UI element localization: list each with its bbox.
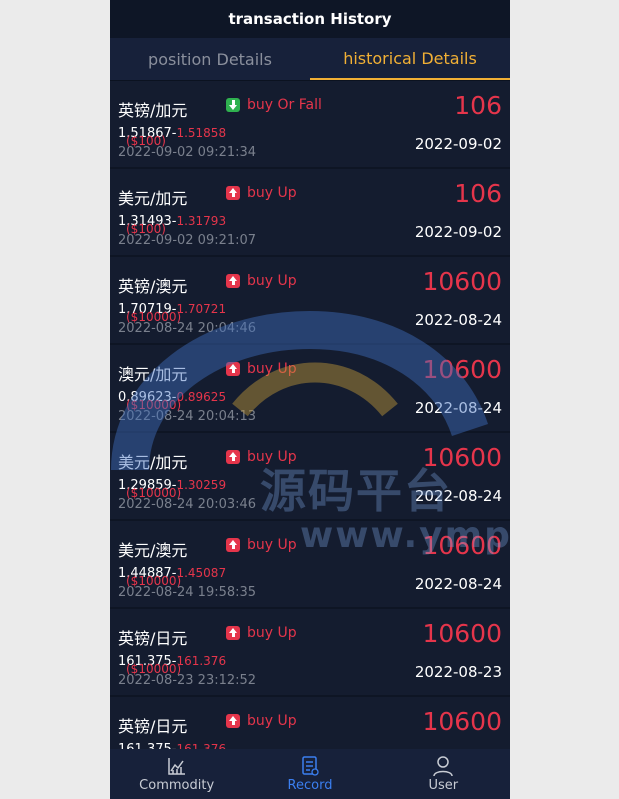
direction-label: buy Up <box>247 449 297 465</box>
trade-date: 2022-09-02 <box>414 223 502 241</box>
nav-commodity[interactable]: Commodity <box>110 749 243 799</box>
trade-time: 2022-09-02 09:21:34 <box>118 145 257 160</box>
currency-pair: 澳元/加元 <box>118 365 188 384</box>
direction-badge: buy Up <box>226 625 297 641</box>
nav-record-label: Record <box>287 778 333 793</box>
bottom-nav: Commodity Record User <box>110 749 510 799</box>
trade-time: 2022-08-24 20:04:46 <box>118 321 257 336</box>
trade-time: 2022-08-24 20:03:46 <box>118 497 257 512</box>
currency-pair: 英镑/日元 <box>118 629 188 648</box>
open-price: 161.375- <box>118 742 176 749</box>
record-row[interactable]: 英镑/日元 buy Up 161.375-161.376 ($10000) 20… <box>110 609 510 697</box>
close-price: 1.30259 <box>176 478 227 492</box>
nav-user[interactable]: User <box>377 749 510 799</box>
arrow-up-icon <box>226 274 240 288</box>
record-list[interactable]: 英镑/加元 buy Or Fall 1.51867-1.51858 ($100)… <box>110 81 510 749</box>
trade-time: 2022-08-23 23:12:52 <box>118 673 257 688</box>
record-row[interactable]: 美元/澳元 buy Up 1.44887-1.45087 ($10000) 20… <box>110 521 510 609</box>
arrow-up-icon <box>226 362 240 376</box>
close-price: 1.45087 <box>176 566 227 580</box>
profit-value: 10600 <box>422 267 502 296</box>
arrow-up-icon <box>226 450 240 464</box>
record-row[interactable]: 英镑/加元 buy Or Fall 1.51867-1.51858 ($100)… <box>110 81 510 169</box>
arrow-up-icon <box>226 538 240 552</box>
currency-pair: 美元/加元 <box>118 189 188 208</box>
close-price: 0.89625 <box>176 390 227 404</box>
currency-pair: 英镑/日元 <box>118 717 188 736</box>
profit-value: 10600 <box>422 707 502 736</box>
currency-pair: 美元/澳元 <box>118 541 188 560</box>
close-price: 1.51858 <box>176 126 227 140</box>
record-row[interactable]: 美元/加元 buy Up 1.29859-1.30259 ($10000) 20… <box>110 433 510 521</box>
trade-date: 2022-08-24 <box>414 399 502 417</box>
close-price: 1.70721 <box>176 302 227 316</box>
direction-badge: buy Up <box>226 713 297 729</box>
direction-badge: buy Up <box>226 361 297 377</box>
chart-icon <box>167 758 185 775</box>
page-title: transaction History <box>110 0 510 38</box>
trade-time: 2022-09-02 09:21:07 <box>118 233 257 248</box>
nav-record[interactable]: Record <box>243 749 376 799</box>
arrow-up-icon <box>226 626 240 640</box>
currency-pair: 美元/加元 <box>118 453 188 472</box>
direction-badge: buy Or Fall <box>226 97 322 113</box>
user-icon <box>433 756 454 777</box>
profit-value: 10600 <box>422 531 502 560</box>
profit-value: 10600 <box>422 619 502 648</box>
tab-bar: position Details historical Details <box>110 38 510 81</box>
profit-value: 106 <box>454 179 502 208</box>
direction-label: buy Or Fall <box>247 97 322 113</box>
phone-screen: transaction History position Details his… <box>110 0 510 799</box>
trade-date: 2022-09-02 <box>414 135 502 153</box>
trade-time: 2022-08-24 20:04:13 <box>118 409 257 424</box>
profit-value: 106 <box>454 91 502 120</box>
record-row[interactable]: 澳元/加元 buy Up 0.89623-0.89625 ($10000) 20… <box>110 345 510 433</box>
nav-user-label: User <box>428 778 459 793</box>
close-price: 161.376 <box>176 742 227 749</box>
record-row[interactable]: 英镑/澳元 buy Up 1.70719-1.70721 ($10000) 20… <box>110 257 510 345</box>
direction-label: buy Up <box>247 713 297 729</box>
direction-label: buy Up <box>247 537 297 553</box>
direction-label: buy Up <box>247 185 297 201</box>
nav-commodity-label: Commodity <box>139 778 215 793</box>
profit-value: 10600 <box>422 355 502 384</box>
trade-time: 2022-08-24 19:58:35 <box>118 585 257 600</box>
trade-date: 2022-08-23 <box>414 663 502 681</box>
price-range: 161.375-161.376 <box>118 742 226 749</box>
trade-date: 2022-08-24 <box>414 575 502 593</box>
close-price: 1.31793 <box>176 214 227 228</box>
direction-badge: buy Up <box>226 449 297 465</box>
trade-date: 2022-08-24 <box>414 487 502 505</box>
direction-label: buy Up <box>247 361 297 377</box>
direction-badge: buy Up <box>226 185 297 201</box>
currency-pair: 英镑/澳元 <box>118 277 188 296</box>
arrow-up-icon <box>226 186 240 200</box>
tab-historical-details[interactable]: historical Details <box>310 38 510 80</box>
record-row[interactable]: 美元/加元 buy Up 1.31493-1.31793 ($100) 2022… <box>110 169 510 257</box>
currency-pair: 英镑/加元 <box>118 101 188 120</box>
profit-value: 10600 <box>422 443 502 472</box>
direction-badge: buy Up <box>226 273 297 289</box>
direction-badge: buy Up <box>226 537 297 553</box>
close-price: 161.376 <box>176 654 227 668</box>
record-row[interactable]: 英镑/日元 buy Up 161.375-161.376 ($10000) 10… <box>110 697 510 749</box>
record-icon <box>302 756 319 776</box>
trade-date: 2022-08-24 <box>414 311 502 329</box>
arrow-down-icon <box>226 98 240 112</box>
direction-label: buy Up <box>247 625 297 641</box>
direction-label: buy Up <box>247 273 297 289</box>
tab-position-details[interactable]: position Details <box>110 38 310 80</box>
arrow-up-icon <box>226 714 240 728</box>
